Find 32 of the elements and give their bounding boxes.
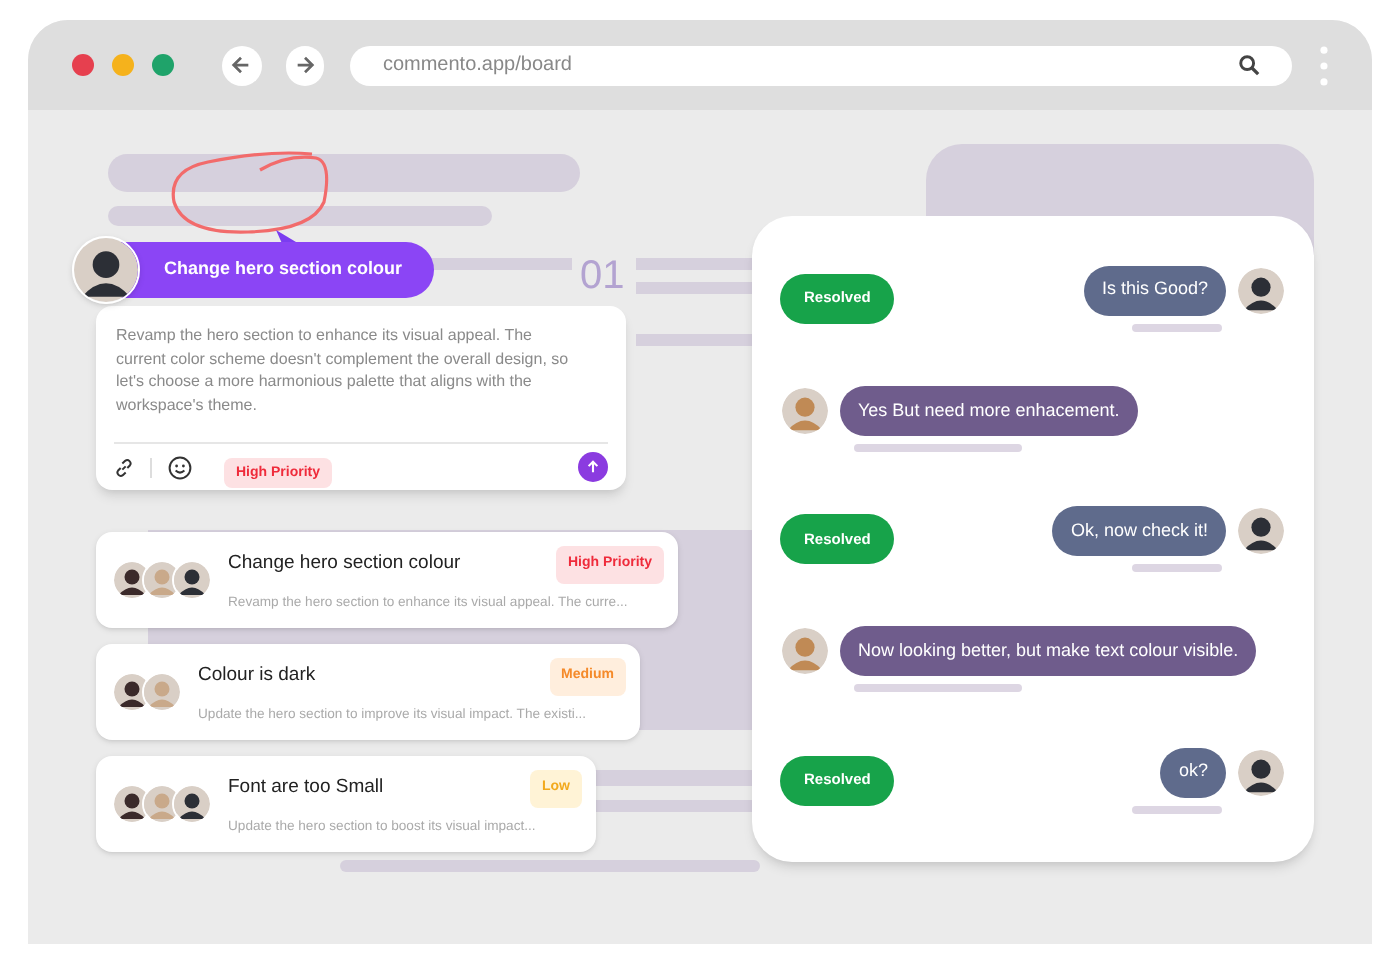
avatar (142, 672, 182, 712)
url-text: commento.app/board (382, 52, 572, 80)
arrow-up-icon (586, 460, 600, 474)
avatar (780, 626, 830, 677)
back-button[interactable] (221, 45, 262, 85)
avatar (1236, 506, 1286, 556)
message-bubble: Yes But need more enhacement. (840, 385, 1138, 436)
task-title: Colour is dark (198, 662, 316, 691)
link-icon[interactable] (114, 457, 134, 477)
section-number: 01 (580, 254, 625, 298)
avatar (1236, 747, 1286, 797)
avatar (780, 385, 830, 436)
back-icon (230, 54, 253, 76)
timestamp-placeholder (1132, 805, 1222, 813)
send-button[interactable] (578, 452, 608, 482)
message-bubble: Is this Good? (1083, 265, 1226, 315)
forward-icon (294, 54, 317, 76)
search-icon[interactable] (1238, 54, 1261, 76)
comment-text: Revamp the hero section to enhance its visual appeal. The current color scheme doesn't complement the overall design, so let's choose a more harmonious palette that aligns with the workspace's theme. (114, 324, 571, 416)
avatar (172, 560, 212, 600)
timestamp-placeholder (1132, 323, 1222, 331)
message-bubble: Now looking better, but make text colour visible. (840, 626, 1257, 677)
address-bar[interactable]: commento.app/board (350, 45, 1293, 85)
avatar (1236, 265, 1286, 315)
emoji-icon[interactable] (168, 455, 192, 479)
task-title: Font are too Small (228, 774, 384, 803)
task-title: Change hero section colour (228, 550, 461, 579)
timestamp-placeholder (1132, 564, 1222, 572)
avatar (172, 784, 212, 824)
message-bubble: ok? (1160, 747, 1226, 797)
message-bubble: Ok, now check it! (1052, 506, 1226, 556)
forward-button[interactable] (285, 45, 325, 85)
